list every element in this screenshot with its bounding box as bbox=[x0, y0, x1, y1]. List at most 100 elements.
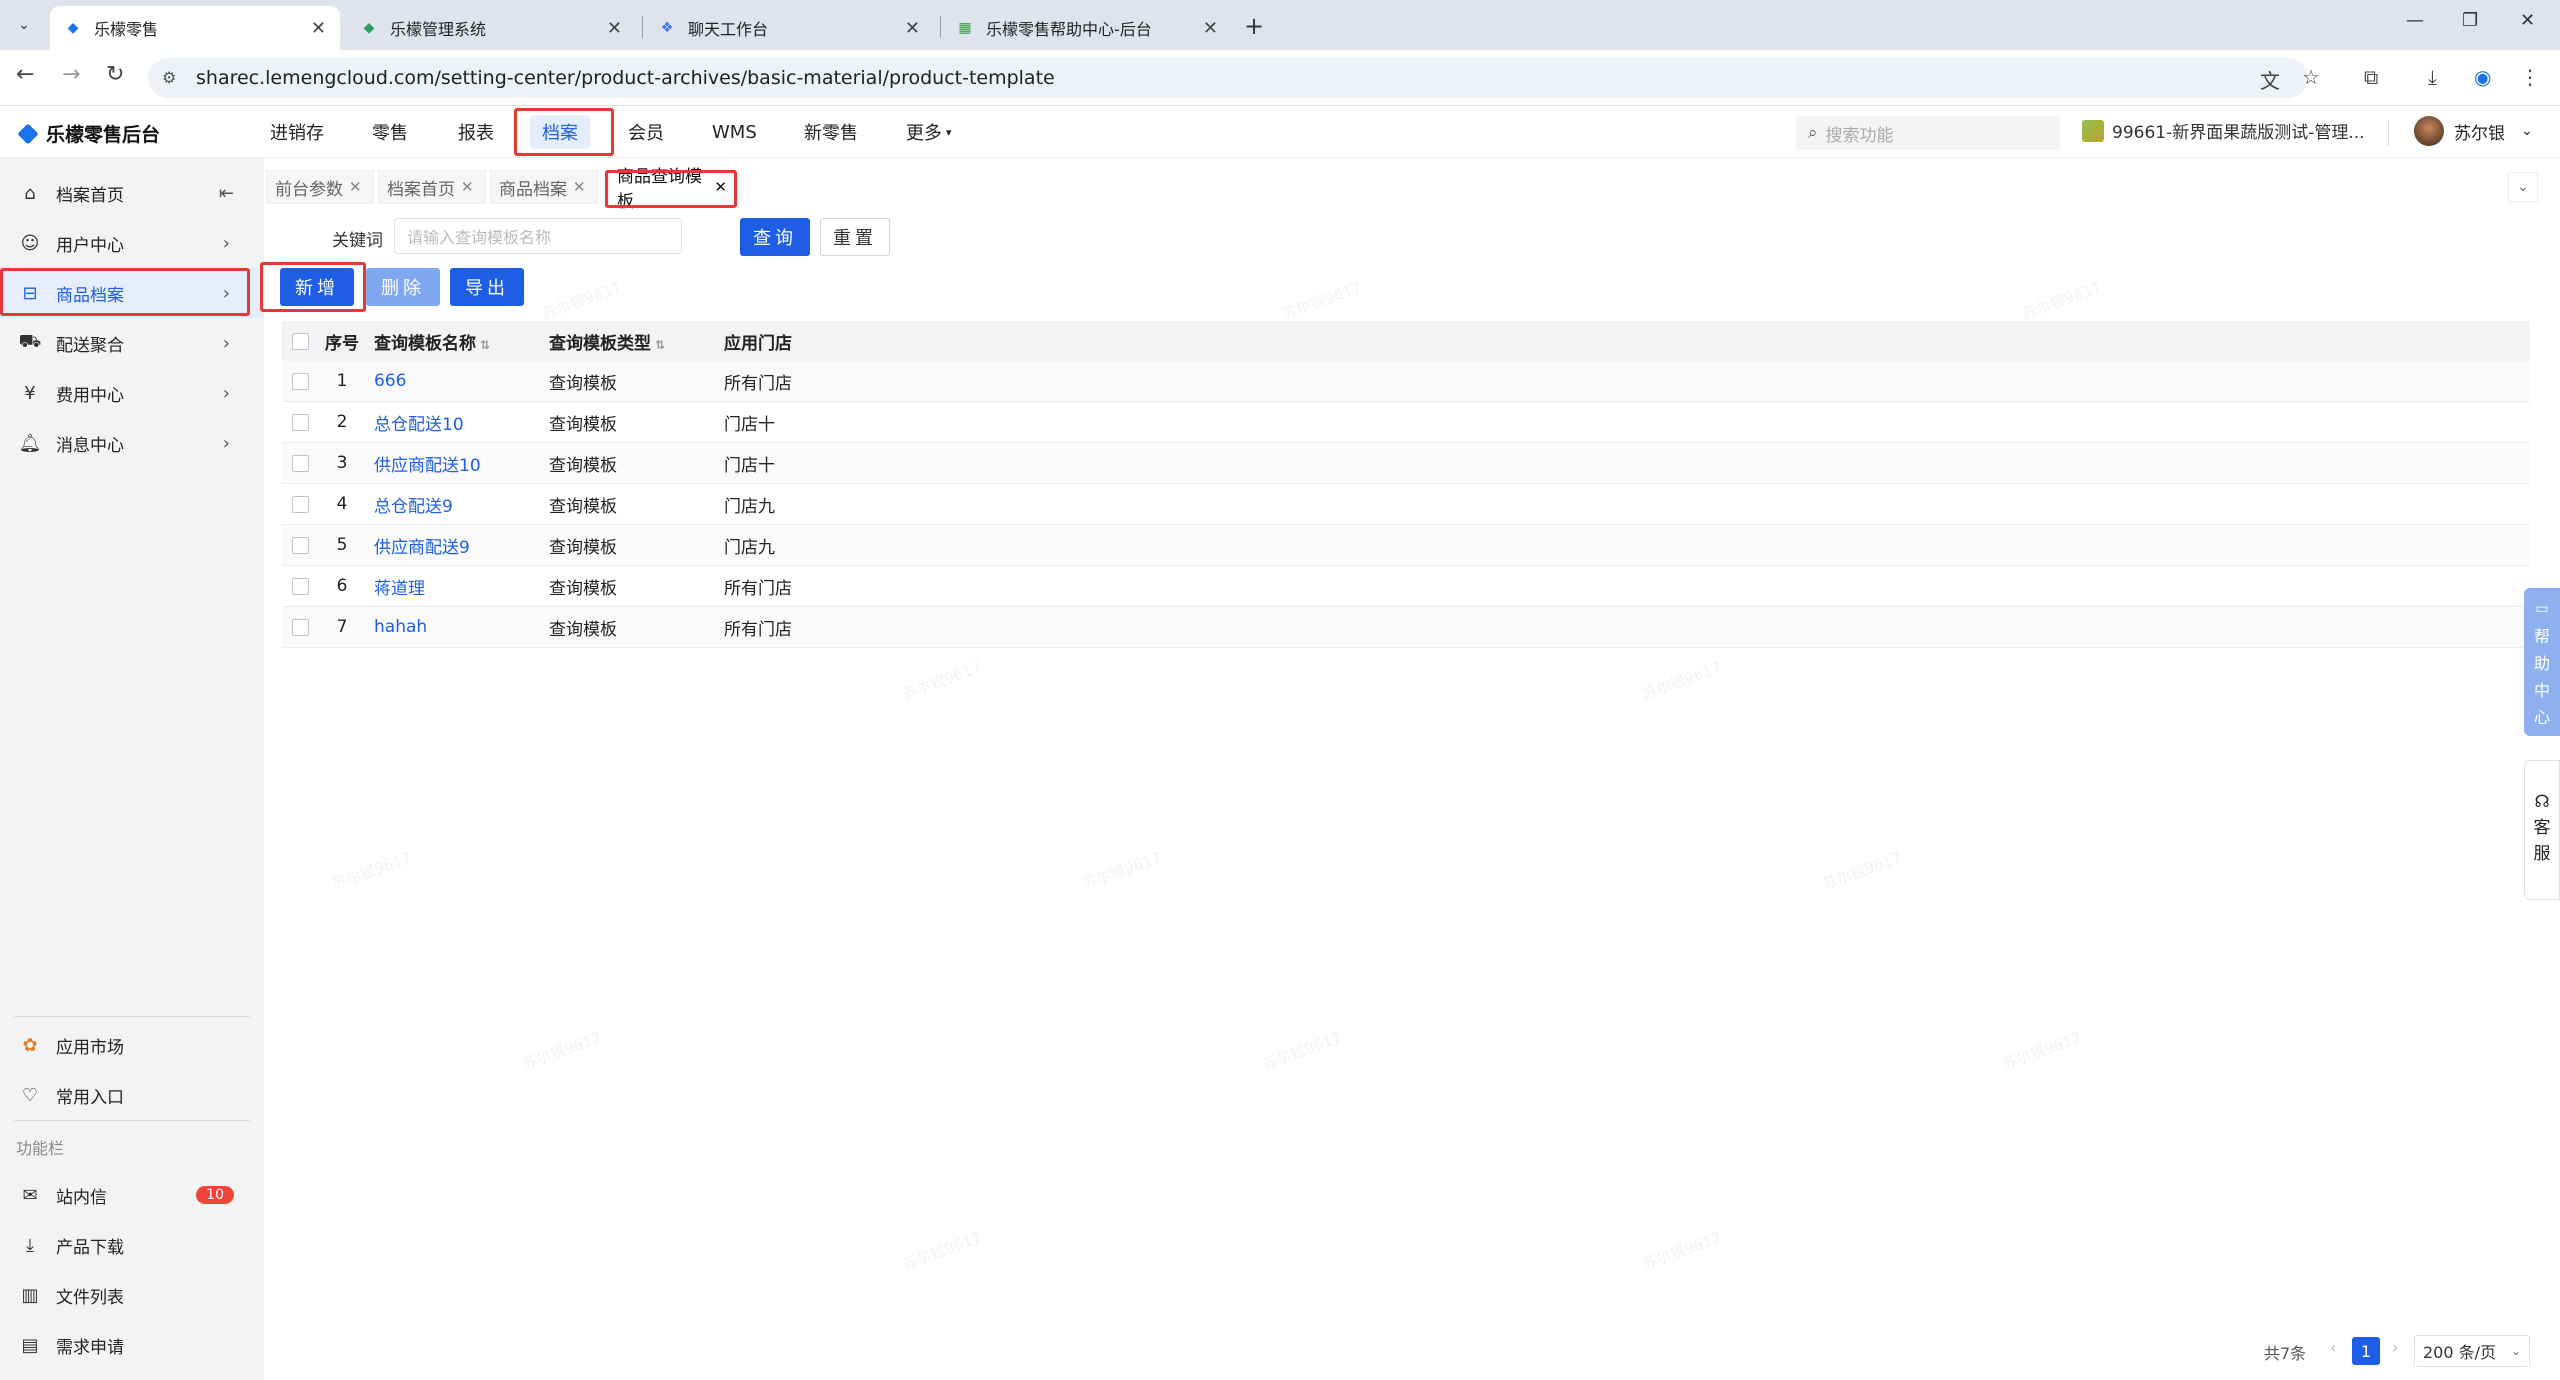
delete-button[interactable]: 删除 bbox=[366, 268, 440, 306]
function-search-input[interactable]: ⌕ 搜索功能 bbox=[1796, 116, 2060, 150]
message-icon: ▤ bbox=[21, 1334, 39, 1356]
sidebar-item-file-list[interactable]: ▥ 文件列表 bbox=[0, 1270, 264, 1320]
query-button[interactable]: 查询 bbox=[740, 218, 810, 256]
keyword-input[interactable]: 请输入查询模板名称 bbox=[394, 218, 682, 254]
nav-wms[interactable]: WMS bbox=[712, 106, 757, 158]
extensions-icon[interactable]: ⧉ bbox=[2364, 65, 2378, 89]
close-icon[interactable]: ✕ bbox=[349, 178, 362, 196]
help-center-tab[interactable]: ▭ 帮 助 中 心 bbox=[2524, 588, 2560, 736]
row-checkbox[interactable] bbox=[282, 618, 318, 636]
sidebar-item-downloads[interactable]: ⤓ 产品下载 bbox=[0, 1220, 264, 1270]
row-checkbox[interactable] bbox=[282, 372, 318, 390]
page-size-select[interactable]: 200 条/页 ⌄ bbox=[2414, 1335, 2530, 1367]
export-button[interactable]: 导出 bbox=[450, 268, 524, 306]
sidebar-item-archive-home[interactable]: ⌂ 档案首页 ⇤ bbox=[0, 168, 264, 218]
nav-reports[interactable]: 报表 bbox=[458, 106, 494, 158]
current-page[interactable]: 1 bbox=[2352, 1337, 2380, 1365]
col-header-no: 序号 bbox=[325, 333, 359, 354]
sidebar-item-label: 站内信 bbox=[56, 1187, 107, 1208]
template-name-link[interactable]: 总仓配送10 bbox=[374, 415, 464, 435]
browser-tab-title: 乐檬零售帮助中心-后台 bbox=[986, 20, 1152, 39]
diamond-icon: ◆ bbox=[67, 20, 79, 36]
close-icon[interactable]: ✕ bbox=[1203, 18, 1218, 39]
cell-no: 5 bbox=[336, 535, 348, 555]
window-close-icon[interactable]: ✕ bbox=[2520, 10, 2535, 31]
customer-service-tab[interactable]: ☊ 客 服 bbox=[2524, 760, 2560, 900]
user-menu[interactable]: 苏尔银 ⌄ bbox=[2414, 116, 2533, 146]
nav-label: 会员 bbox=[628, 123, 664, 144]
browser-tab-1[interactable]: ◆ 乐檬零售 ✕ bbox=[50, 6, 340, 50]
store-name: 99661-新界面果蔬版测试-管理... bbox=[2112, 123, 2365, 143]
page-tab-product-archive[interactable]: 商品档案 ✕ bbox=[490, 170, 598, 204]
browser-tab-4[interactable]: ▦ 乐檬零售帮助中心-后台 ✕ bbox=[942, 6, 1232, 50]
sidebar-item-favorites[interactable]: ♡ 常用入口 bbox=[0, 1070, 264, 1120]
new-tab-icon[interactable]: + bbox=[1244, 12, 1264, 40]
browser-tab-3[interactable]: ❖ 聊天工作台 ✕ bbox=[644, 6, 934, 50]
bookmark-star-icon[interactable]: ☆ bbox=[2302, 65, 2320, 89]
sidebar-item-fees[interactable]: ¥ 费用中心 › bbox=[0, 368, 264, 418]
select-all-checkbox[interactable] bbox=[282, 332, 318, 350]
sidebar-item-inbox[interactable]: ✉ 站内信 10 bbox=[0, 1170, 264, 1220]
template-name-link[interactable]: 666 bbox=[374, 371, 406, 391]
cell-store: 门店九 bbox=[724, 496, 775, 517]
close-icon[interactable]: ✕ bbox=[607, 18, 622, 39]
tabs-dropdown-icon[interactable]: ⌄ bbox=[2508, 172, 2538, 202]
nav-new-retail[interactable]: 新零售 bbox=[804, 106, 858, 158]
row-checkbox[interactable] bbox=[282, 454, 318, 472]
sidebar-item-requests[interactable]: ▤ 需求申请 bbox=[0, 1320, 264, 1370]
translate-icon[interactable]: 文 bbox=[2260, 65, 2280, 94]
page-tab-archive-home[interactable]: 档案首页 ✕ bbox=[378, 170, 486, 204]
menu-dots-icon[interactable]: ⋮ bbox=[2520, 65, 2540, 89]
next-page-icon[interactable]: › bbox=[2392, 1338, 2398, 1357]
collapse-sidebar-icon[interactable]: ⇤ bbox=[219, 183, 234, 204]
row-checkbox[interactable] bbox=[282, 536, 318, 554]
yen-icon: ¥ bbox=[24, 382, 36, 404]
row-checkbox[interactable] bbox=[282, 577, 318, 595]
template-name-link[interactable]: 供应商配送10 bbox=[374, 456, 481, 476]
nav-retail[interactable]: 零售 bbox=[372, 106, 408, 158]
watermark: 苏尔银9617 bbox=[519, 1028, 604, 1074]
profile-icon[interactable]: ◉ bbox=[2474, 65, 2491, 89]
col-header-name[interactable]: 查询模板名称 ⇅ bbox=[366, 329, 541, 354]
col-header-type[interactable]: 查询模板类型 ⇅ bbox=[541, 329, 716, 354]
sidebar-item-delivery[interactable]: ⛟ 配送聚合 › bbox=[0, 318, 264, 368]
close-icon[interactable]: ✕ bbox=[311, 18, 326, 39]
tab-divider bbox=[940, 16, 941, 38]
template-name-link[interactable]: hahah bbox=[374, 617, 427, 637]
sidebar-item-app-market[interactable]: ✿ 应用市场 bbox=[0, 1020, 264, 1070]
restore-icon[interactable]: ❐ bbox=[2462, 10, 2478, 31]
minimize-icon[interactable]: — bbox=[2406, 10, 2424, 31]
template-name-link[interactable]: 供应商配送9 bbox=[374, 538, 470, 558]
browser-tab-title: 乐檬零售 bbox=[94, 20, 159, 39]
site-info-icon[interactable]: ⚙ bbox=[162, 68, 176, 87]
store-selector[interactable]: 99661-新界面果蔬版测试-管理... bbox=[2082, 118, 2365, 143]
reload-icon[interactable]: ↻ bbox=[106, 62, 124, 87]
cell-no: 7 bbox=[336, 617, 348, 637]
nav-jinxiaocun[interactable]: 进销存 bbox=[270, 106, 324, 158]
service-char: 客 bbox=[2533, 818, 2551, 838]
back-icon[interactable]: ← bbox=[16, 62, 34, 87]
url-field[interactable]: sharec.lemengcloud.com/setting-center/pr… bbox=[148, 58, 2308, 98]
nav-members[interactable]: 会员 bbox=[628, 106, 664, 158]
close-icon[interactable]: ✕ bbox=[905, 18, 920, 39]
download-icon[interactable]: ⤓ bbox=[2428, 65, 2437, 89]
app-logo[interactable]: 乐檬零售后台 bbox=[17, 120, 161, 147]
prev-page-icon[interactable]: ‹ bbox=[2330, 1338, 2336, 1357]
close-icon[interactable]: ✕ bbox=[573, 178, 586, 196]
forward-icon[interactable]: → bbox=[62, 62, 80, 87]
tab-list-chevron-icon[interactable]: ⌄ bbox=[10, 12, 38, 38]
sidebar-item-user-center[interactable]: ☺ 用户中心 › bbox=[0, 218, 264, 268]
template-name-link[interactable]: 总仓配送9 bbox=[374, 497, 453, 517]
sort-icon[interactable]: ⇅ bbox=[655, 338, 665, 352]
row-checkbox[interactable] bbox=[282, 413, 318, 431]
nav-more[interactable]: 更多 ▾ bbox=[906, 106, 952, 158]
template-name-link[interactable]: 蒋道理 bbox=[374, 579, 425, 599]
browser-tab-2[interactable]: ◆ 乐檬管理系统 ✕ bbox=[346, 6, 636, 50]
page-tab-front-params[interactable]: 前台参数 ✕ bbox=[266, 170, 374, 204]
sidebar-item-messages[interactable]: 🔔︎ 消息中心 › bbox=[0, 418, 264, 468]
row-checkbox[interactable] bbox=[282, 495, 318, 513]
reset-button[interactable]: 重置 bbox=[820, 218, 890, 256]
close-icon[interactable]: ✕ bbox=[461, 178, 474, 196]
logo-text: 乐檬零售后台 bbox=[46, 124, 161, 146]
sort-icon[interactable]: ⇅ bbox=[480, 338, 490, 352]
